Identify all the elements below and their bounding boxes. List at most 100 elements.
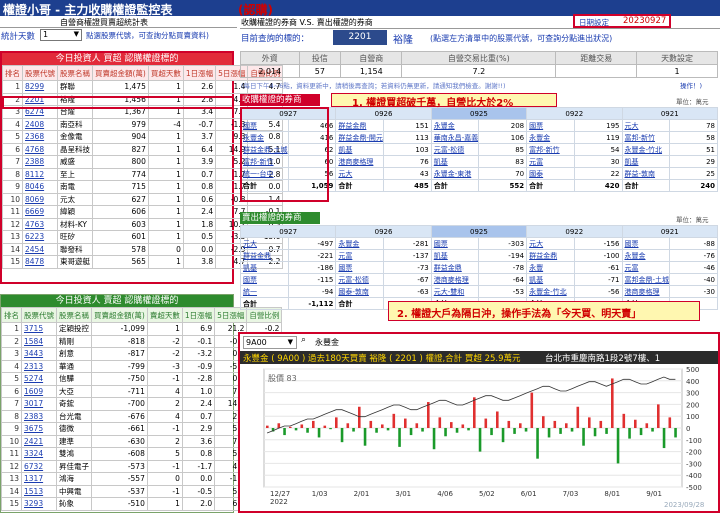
broker-name-link[interactable]: 國泰-敦南 xyxy=(335,285,385,298)
broker-name-link[interactable]: 國票 xyxy=(621,237,671,250)
stock-code-link[interactable]: 2388 xyxy=(22,155,58,169)
stock-code-link[interactable]: 6669 xyxy=(22,205,58,219)
broker-name-link[interactable]: 華南永昌-嘉義 xyxy=(430,131,480,144)
stock-code-link[interactable]: 3324 xyxy=(21,447,57,461)
broker-name-link[interactable]: 凱基 xyxy=(430,249,480,262)
date-header[interactable]: 0925 xyxy=(430,107,528,120)
broker-name-link[interactable]: 凱基 xyxy=(240,261,289,274)
broker-name-link[interactable]: 群益金鼎-開元 xyxy=(335,131,385,144)
broker-name-link[interactable]: 永豐金 xyxy=(430,119,480,132)
change-1d-cell: 6.9 xyxy=(181,322,216,336)
stock-code-link[interactable]: 1513 xyxy=(21,484,57,498)
broker-name-link[interactable]: 元富 xyxy=(526,155,575,168)
stock-code-link[interactable]: 3017 xyxy=(21,397,57,411)
broker-amount: -100 xyxy=(573,249,623,262)
broker-name-link[interactable]: 元大 xyxy=(335,167,385,180)
stock-code-link[interactable]: 4763 xyxy=(22,217,58,231)
broker-name-link[interactable]: 永豐金 xyxy=(526,131,575,144)
stock-code-link[interactable]: 5274 xyxy=(21,372,57,386)
broker-name-link[interactable]: 凱基 xyxy=(430,155,480,168)
broker-name-link[interactable]: 富邦金鼎-土城 xyxy=(621,273,671,286)
broker-name-link[interactable]: 元富 xyxy=(335,249,385,262)
x-tick-label: 9/01 xyxy=(646,490,662,498)
broker-name-link[interactable]: 群益金鼎 xyxy=(526,249,575,262)
stock-code-field[interactable]: 2201 xyxy=(333,30,387,45)
rank-cell: 2 xyxy=(1,334,22,348)
broker-name-link[interactable]: 國泰 xyxy=(526,167,575,180)
stock-code-link[interactable]: 3293 xyxy=(21,497,57,511)
stock-code-link[interactable]: 6732 xyxy=(21,459,57,473)
stock-code-link[interactable]: 8478 xyxy=(22,255,58,269)
broker-select[interactable]: 9A00 ▼ xyxy=(243,336,297,349)
stock-code-link[interactable]: 8069 xyxy=(22,192,58,206)
broker-name-link[interactable]: 國票 xyxy=(430,237,480,250)
rank-cell: 8 xyxy=(2,167,23,181)
date-header[interactable]: 0922 xyxy=(526,225,623,238)
amount-cell: -700 xyxy=(91,397,148,411)
stock-code-link[interactable]: 2421 xyxy=(21,434,57,448)
stock-code-link[interactable]: 8112 xyxy=(22,167,58,181)
stock-code-link[interactable]: 8299 xyxy=(22,80,58,94)
date-value: 20230927 xyxy=(623,16,667,26)
stock-code-link[interactable]: 6223 xyxy=(22,230,58,244)
broker-name-link[interactable]: 富邦-新竹 xyxy=(621,131,671,144)
stock-code-link[interactable]: 2368 xyxy=(22,130,58,144)
search-icon[interactable]: ⌕ xyxy=(301,335,306,345)
x-tick-label: 6/01 xyxy=(521,490,537,498)
date-header[interactable]: 0921 xyxy=(621,107,718,120)
broker-name-link[interactable]: 國票 xyxy=(240,273,289,286)
broker-name-link[interactable]: 永豐金 xyxy=(335,237,385,250)
stock-code-link[interactable]: 3443 xyxy=(21,347,57,361)
date-header[interactable]: 0927 xyxy=(239,225,337,238)
stock-code-link[interactable]: 1584 xyxy=(21,334,57,348)
broker-name-link[interactable]: 群益金鼎 xyxy=(335,119,385,132)
broker-name-link[interactable]: 元富-松德 xyxy=(430,143,480,156)
date-header[interactable]: 0925 xyxy=(430,225,528,238)
broker-name-link[interactable]: 凱基 xyxy=(526,273,575,286)
broker-name-link[interactable]: 元富 xyxy=(621,261,671,274)
broker-name-link[interactable]: 統一 xyxy=(240,285,289,298)
broker-name-link[interactable]: 永豐金 xyxy=(621,249,671,262)
stock-code-link[interactable]: 2408 xyxy=(22,117,58,131)
broker-name-link[interactable]: 港商麥格理 xyxy=(621,285,671,298)
broker-name-link[interactable]: 元大 xyxy=(621,119,671,132)
broker-name-link[interactable]: 元大 xyxy=(240,237,289,250)
days-cell: 0 xyxy=(147,242,184,256)
days-cell: 1 xyxy=(146,322,183,336)
stock-code-link[interactable]: 4768 xyxy=(22,142,58,156)
bar xyxy=(300,424,304,428)
broker-name-link[interactable]: 永豐 xyxy=(526,261,575,274)
broker-name-link[interactable]: 國票 xyxy=(335,261,385,274)
stock-code-link[interactable]: 8046 xyxy=(22,180,58,194)
stock-code-link[interactable]: 3675 xyxy=(21,422,57,436)
sell-table: 排名 股票代號 股票名稱 買賣超金額(萬) 賣超天數 1日漲幅 5日漲幅 自營比例 1 3715… xyxy=(1,307,283,511)
broker-name-link[interactable]: 群益-敦南 xyxy=(621,167,671,180)
broker-name-link[interactable]: 永豐金-竹北 xyxy=(526,285,575,298)
broker-name-link[interactable]: 元富-松德 xyxy=(335,273,385,286)
broker-name-link[interactable]: 群益金鼎 xyxy=(240,249,289,262)
stock-code-link[interactable]: 1609 xyxy=(21,384,57,398)
broker-name-link[interactable]: 永豐金-竹北 xyxy=(621,143,671,156)
stock-code-link[interactable]: 1317 xyxy=(21,472,57,486)
broker-name-link[interactable]: 富邦-新竹 xyxy=(526,143,575,156)
stock-code-link[interactable]: 2313 xyxy=(21,359,57,373)
amount-cell: -573 xyxy=(91,459,148,473)
broker-name-link[interactable]: 元大 xyxy=(526,237,575,250)
stock-code-link[interactable]: 3715 xyxy=(21,322,57,336)
broker-name-link[interactable]: 元大-雙和 xyxy=(430,285,480,298)
stock-code-link[interactable]: 2454 xyxy=(22,242,58,256)
broker-name-link[interactable]: 國票 xyxy=(526,119,575,132)
broker-name-link[interactable]: 港商麥格理 xyxy=(335,155,385,168)
stock-code-link[interactable]: 2383 xyxy=(21,409,57,423)
broker-name-link[interactable]: 群益金鼎 xyxy=(430,261,480,274)
broker-name-link[interactable]: 永豐金-東港 xyxy=(430,167,480,180)
date-header[interactable]: 0926 xyxy=(335,107,432,120)
broker-name-link[interactable]: 港商麥格理 xyxy=(430,273,480,286)
broker-name-link[interactable]: 凱基 xyxy=(621,155,671,168)
broker-name-link[interactable]: 凱基 xyxy=(335,143,385,156)
days-select[interactable]: 1 ▼ xyxy=(40,29,82,41)
date-header[interactable]: 0926 xyxy=(335,225,432,238)
date-header[interactable]: 0922 xyxy=(526,107,623,120)
date-header[interactable]: 0921 xyxy=(621,225,718,238)
stock-name-cell: 昇佳電子 xyxy=(56,459,92,473)
